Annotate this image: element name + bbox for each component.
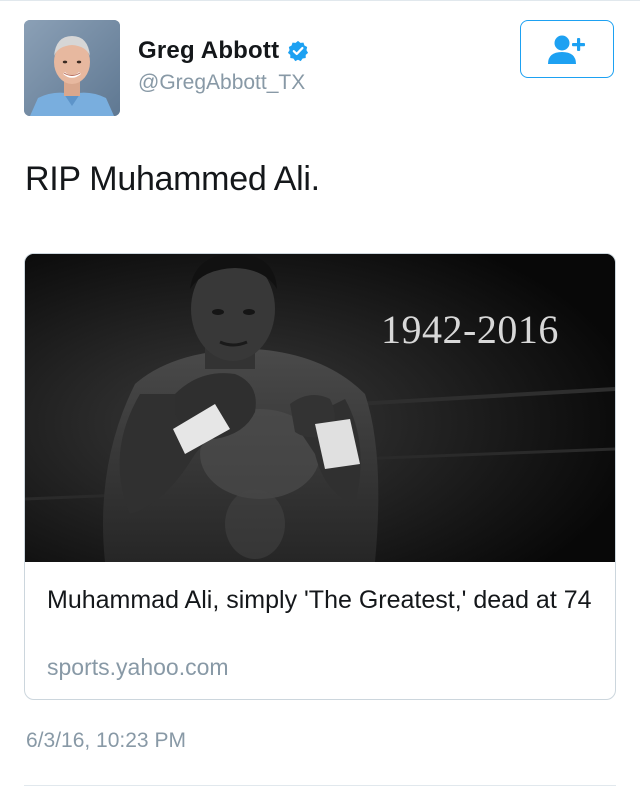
display-name[interactable]: Greg Abbott (138, 37, 279, 65)
card-title[interactable]: Muhammad Ali, simply 'The Greatest,' dea… (47, 584, 597, 616)
tweet-detail: Greg Abbott @GregAbbott_TX RIP Muhammed … (0, 0, 640, 803)
verified-badge-icon (287, 40, 309, 62)
user-handle[interactable]: @GregAbbott_TX (138, 71, 305, 95)
tweet-text: RIP Muhammed Ali. (25, 160, 320, 198)
boxer-photo (25, 254, 615, 562)
card-domain: sports.yahoo.com (47, 654, 229, 680)
user-name-row: Greg Abbott (138, 36, 309, 66)
avatar-photo (24, 20, 120, 116)
card-image-caption: 1942-2016 (381, 307, 559, 352)
bottom-divider (24, 785, 616, 786)
card-image[interactable]: 1942-2016 (25, 254, 615, 562)
follow-button[interactable] (520, 20, 614, 78)
avatar[interactable] (24, 20, 120, 116)
timestamp[interactable]: 6/3/16, 10:23 PM (26, 729, 186, 753)
follow-user-plus-icon (548, 35, 585, 64)
link-card[interactable]: 1942-2016 Muhammad Ali, simply 'The Grea… (24, 253, 616, 700)
